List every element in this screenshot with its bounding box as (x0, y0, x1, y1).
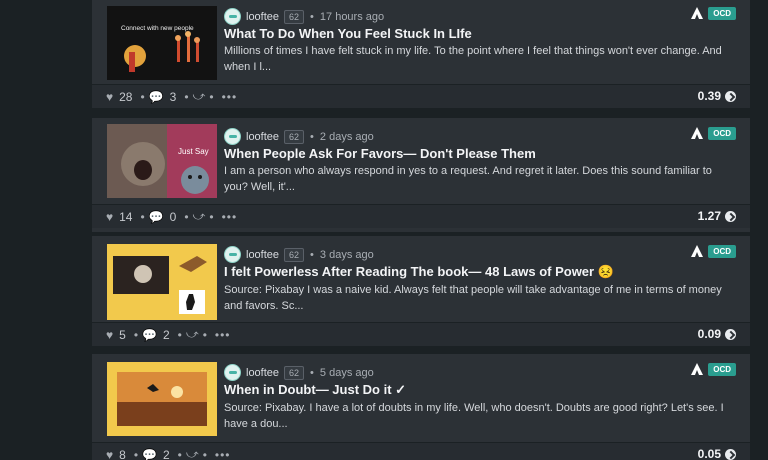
comments-count[interactable]: 2 (163, 328, 170, 342)
separator-dot: • (310, 248, 314, 261)
payout-value: 1.27 (697, 209, 721, 223)
post-footer: ♥ 28 • 💬 3 • ⤻ • ••• 0.39 (92, 84, 750, 108)
more-options-icon[interactable]: ••• (222, 90, 238, 104)
tribe-logo-icon (691, 127, 704, 139)
more-options-icon[interactable]: ••• (222, 210, 238, 224)
post-time[interactable]: 2 days ago (320, 131, 374, 143)
payout[interactable]: 0.05 (698, 447, 736, 460)
heart-icon[interactable]: ♥ (106, 210, 113, 224)
post-meta: looftee 62 • 3 days ago (224, 246, 374, 263)
post-card: Just Say looftee 62 • 2 days ago OCD Whe… (92, 118, 750, 232)
tribe-logo-icon (691, 245, 704, 257)
separator-dot: • (310, 366, 314, 379)
reputation-badge: 62 (284, 129, 305, 144)
author-name[interactable]: looftee (246, 131, 279, 143)
payout-value: 0.05 (697, 447, 721, 460)
likes-count[interactable]: 5 (119, 328, 126, 342)
separator-dot: • (310, 130, 314, 143)
reblog-icon[interactable]: ⤻ (193, 89, 206, 104)
post-time[interactable]: 17 hours ago (320, 11, 384, 23)
payout[interactable]: 1.27 (698, 209, 736, 223)
post-footer: ♥ 5 • 💬 2 • ⤻ • ••• 0.09 (92, 322, 750, 346)
tribe-badge[interactable]: OCD (708, 6, 736, 20)
post-excerpt[interactable]: Millions of times I have felt stuck in m… (224, 43, 724, 75)
tribe-logo-icon (691, 7, 704, 19)
payout-coin-icon (725, 328, 736, 340)
post-thumbnail[interactable]: Connect with new people (107, 6, 217, 80)
author-name[interactable]: looftee (246, 249, 279, 261)
comment-icon[interactable]: 💬 (142, 448, 157, 460)
heart-icon[interactable]: ♥ (106, 448, 113, 460)
post-excerpt[interactable]: Source: Pixabay I was a naive kid. Alway… (224, 282, 724, 314)
post-card: Connect with new people looftee 62 • 17 … (92, 0, 750, 108)
payout-value: 0.39 (697, 89, 721, 103)
post-thumbnail[interactable] (107, 362, 217, 436)
post-thumbnail[interactable]: Just Say (107, 124, 217, 198)
more-options-icon[interactable]: ••• (215, 448, 231, 460)
post-title[interactable]: What To Do When You Feel Stuck In LIfe (224, 26, 472, 41)
post-time[interactable]: 5 days ago (320, 367, 374, 379)
comment-icon[interactable]: 💬 (149, 210, 164, 224)
tribe-badge[interactable]: OCD (708, 126, 736, 140)
post-title[interactable]: I felt Powerless After Reading The book—… (224, 264, 614, 280)
heart-icon[interactable]: ♥ (106, 328, 113, 342)
reputation-badge: 62 (284, 9, 305, 24)
author-name[interactable]: looftee (246, 367, 279, 379)
post-time[interactable]: 3 days ago (320, 249, 374, 261)
reblog-icon[interactable]: ⤻ (186, 327, 199, 342)
post-thumbnail[interactable] (107, 244, 217, 320)
tribe-logo-icon (691, 363, 704, 375)
post-meta: looftee 62 • 2 days ago (224, 128, 374, 145)
post-footer: ♥ 8 • 💬 2 • ⤻ • ••• 0.05 (92, 442, 750, 460)
author-avatar[interactable] (224, 128, 241, 145)
reblog-icon[interactable]: ⤻ (193, 209, 206, 224)
payout-coin-icon (725, 210, 736, 222)
comments-count[interactable]: 3 (170, 90, 177, 104)
author-avatar[interactable] (224, 8, 241, 25)
likes-count[interactable]: 8 (119, 448, 126, 460)
likes-count[interactable]: 28 (119, 90, 132, 104)
payout-coin-icon (725, 90, 736, 102)
separator-dot: • (310, 10, 314, 23)
reblog-icon[interactable]: ⤻ (186, 447, 199, 460)
reputation-badge: 62 (284, 365, 305, 380)
likes-count[interactable]: 14 (119, 210, 132, 224)
thumb-caption: Connect with new people (121, 25, 194, 32)
tribe-badge[interactable]: OCD (708, 244, 736, 258)
tribe-badge-group[interactable]: OCD (690, 126, 736, 140)
payout[interactable]: 0.39 (698, 89, 736, 103)
payout-coin-icon (725, 448, 736, 460)
more-options-icon[interactable]: ••• (215, 328, 231, 342)
reputation-badge: 62 (284, 247, 305, 262)
post-excerpt[interactable]: Source: Pixabay. I have a lot of doubts … (224, 400, 724, 432)
tribe-badge-group[interactable]: OCD (690, 244, 736, 258)
post-title[interactable]: When People Ask For Favors— Don't Please… (224, 146, 536, 161)
comment-icon[interactable]: 💬 (149, 90, 164, 104)
post-excerpt[interactable]: I am a person who always respond in yes … (224, 163, 724, 195)
post-footer: ♥ 14 • 💬 0 • ⤻ • ••• 1.27 (92, 204, 750, 228)
post-meta: looftee 62 • 5 days ago (224, 364, 374, 381)
comments-count[interactable]: 2 (163, 448, 170, 460)
tribe-badge[interactable]: OCD (708, 362, 736, 376)
heart-icon[interactable]: ♥ (106, 90, 113, 104)
tribe-badge-group[interactable]: OCD (690, 362, 736, 376)
comments-count[interactable]: 0 (170, 210, 177, 224)
payout-value: 0.09 (697, 327, 721, 341)
post-card: looftee 62 • 3 days ago OCD I felt Power… (92, 236, 750, 346)
author-name[interactable]: looftee (246, 11, 279, 23)
tribe-badge-group[interactable]: OCD (690, 6, 736, 20)
author-avatar[interactable] (224, 246, 241, 263)
post-card: looftee 62 • 5 days ago OCD When in Doub… (92, 354, 750, 460)
post-meta: looftee 62 • 17 hours ago (224, 8, 384, 25)
post-title[interactable]: When in Doubt— Just Do it ✓ (224, 382, 406, 398)
comment-icon[interactable]: 💬 (142, 328, 157, 342)
thumb-caption: Just Say (178, 147, 209, 156)
author-avatar[interactable] (224, 364, 241, 381)
payout[interactable]: 0.09 (698, 327, 736, 341)
